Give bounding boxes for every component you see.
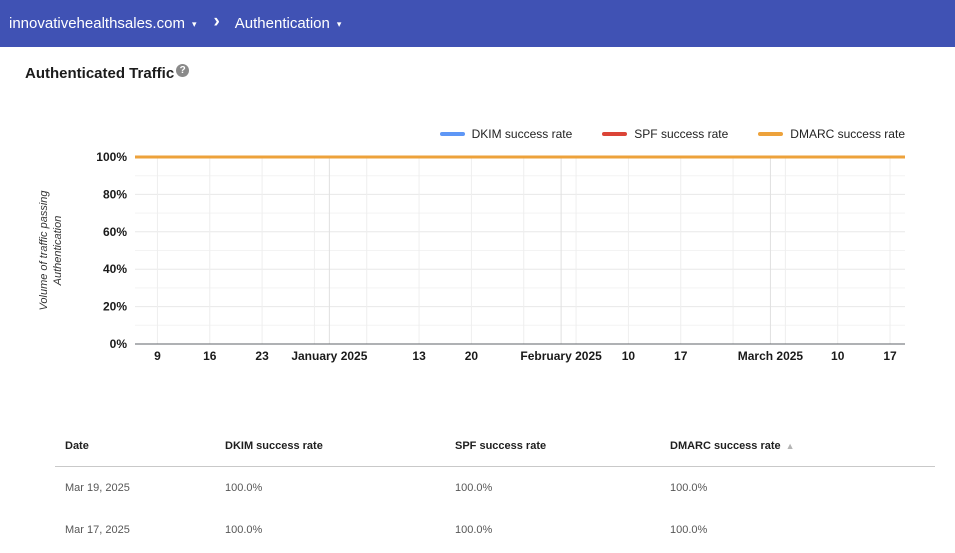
y-gridlines (135, 156, 905, 326)
cell-spf: 100.0% (455, 524, 493, 536)
x-tick-label: March 2025 (738, 349, 804, 363)
legend-label: DMARC success rate (790, 127, 905, 141)
page-title-row: Authenticated Traffic ? (25, 64, 955, 84)
x-tick-label: 13 (412, 349, 426, 363)
page-title: Authenticated Traffic (25, 65, 175, 82)
y-tick-label: 20% (103, 300, 127, 314)
x-tick-label: 10 (831, 349, 845, 363)
cell-dkim: 100.0% (225, 524, 263, 536)
cell-dmarc: 100.0% (670, 524, 708, 536)
legend-label: SPF success rate (634, 127, 729, 141)
help-icon[interactable]: ? (176, 64, 190, 77)
legend-item-spf[interactable]: SPF success rate (602, 127, 728, 141)
x-tick-label: 16 (203, 349, 217, 363)
cell-dmarc: 100.0% (670, 482, 708, 494)
x-tick-label: 9 (154, 349, 161, 363)
column-header-dmarc[interactable]: DMARC success rate ▲ (660, 440, 935, 467)
table-row: Mar 19, 2025 100.0% 100.0% 100.0% (55, 467, 935, 510)
domain-selector-label: innovativehealthsales.com (9, 15, 185, 32)
table-header: Date DKIM success rate SPF success rate … (55, 440, 935, 467)
chevron-down-icon: ▾ (336, 19, 342, 29)
column-header-label: DKIM success rate (225, 440, 323, 452)
auth-rates-table: Date DKIM success rate SPF success rate … (55, 440, 935, 551)
table-row: Mar 17, 2025 100.0% 100.0% 100.0% (55, 509, 935, 551)
cell-dkim: 100.0% (225, 482, 263, 494)
cell-spf: 100.0% (455, 482, 493, 494)
legend-item-dmarc[interactable]: DMARC success rate (758, 127, 905, 141)
y-tick-labels: 0% 20% 40% 60% 80% 100% (96, 150, 127, 351)
traffic-chart[interactable]: 0% 20% 40% 60% 80% 100% 9 16 23 January 2025 13 20 F… (0, 142, 955, 367)
y-tick-label: 0% (110, 337, 128, 351)
y-tick-label: 60% (103, 225, 127, 239)
x-tick-label: 20 (465, 349, 479, 363)
top-bar: innovativehealthsales.com ▾ › Authentica… (0, 0, 955, 47)
y-tick-label: 40% (103, 262, 127, 276)
chevron-down-icon: ▾ (191, 19, 197, 29)
breadcrumb-separator-icon: › (213, 11, 220, 32)
y-tick-label: 100% (96, 150, 127, 164)
column-header-date[interactable]: Date (55, 440, 215, 467)
x-tick-label: 17 (883, 349, 897, 363)
column-header-label: Date (65, 440, 89, 452)
sort-ascending-icon: ▲ (785, 441, 795, 451)
column-header-dkim[interactable]: DKIM success rate (215, 440, 445, 467)
cell-date: Mar 17, 2025 (65, 524, 130, 536)
x-tick-label: 17 (674, 349, 688, 363)
legend-line-swatch-icon (758, 132, 784, 136)
x-tick-labels: 9 16 23 January 2025 13 20 February 2025 10 17 Ma… (154, 349, 897, 363)
legend-line-swatch-icon (439, 132, 465, 136)
y-axis-title: Volume of traffic passing (38, 190, 50, 311)
x-tick-label: January 2025 (291, 349, 367, 363)
table-body: Mar 19, 2025 100.0% 100.0% 100.0% Mar 17, 20… (55, 467, 935, 552)
x-tick-label: 10 (622, 349, 636, 363)
column-header-spf[interactable]: SPF success rate (445, 440, 660, 467)
y-axis-title: Authentication (52, 216, 64, 287)
section-selector-label: Authentication (234, 15, 330, 32)
column-header-label: SPF success rate (455, 440, 547, 452)
section-selector[interactable]: Authentication ▾ (235, 15, 342, 32)
main-content: Authenticated Traffic ? DKIM success rat… (0, 64, 955, 551)
legend-item-dkim[interactable]: DKIM success rate (439, 127, 573, 141)
legend-line-swatch-icon (602, 132, 628, 136)
x-tick-label: February 2025 (520, 349, 602, 363)
chart-legend: DKIM success rate SPF success rate DMARC s… (0, 126, 905, 142)
x-tick-label: 23 (255, 349, 269, 363)
domain-selector[interactable]: innovativehealthsales.com ▾ (9, 15, 196, 32)
cell-date: Mar 19, 2025 (65, 482, 130, 494)
y-tick-label: 80% (103, 187, 127, 201)
legend-label: DKIM success rate (471, 127, 573, 141)
column-header-label: DMARC success rate (670, 440, 781, 452)
